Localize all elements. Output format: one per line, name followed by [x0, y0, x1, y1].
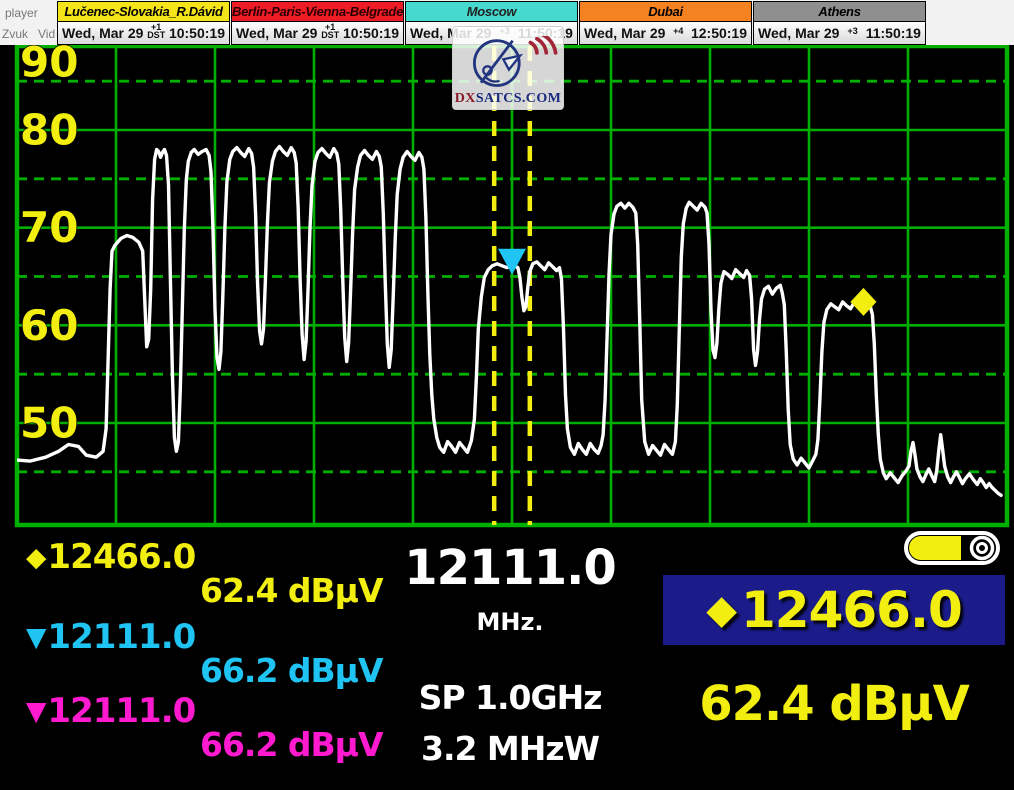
- utc-offset: +1DST: [147, 23, 165, 39]
- logo-wordmark: DXSATCS.COM: [455, 92, 561, 106]
- clock-lucenec: Lučenec-Slovakia_R.Dávid Wed, Mar 29 +1D…: [57, 1, 230, 45]
- player-menu-item[interactable]: player: [5, 6, 38, 20]
- diamond-icon: ◆: [706, 587, 737, 633]
- utc-offset: +3: [847, 27, 857, 35]
- clock-time-value: 10:50:19: [169, 25, 225, 41]
- clock-city-label: Athens: [754, 2, 925, 22]
- clock-city-label: Lučenec-Slovakia_R.Dávid: [58, 2, 229, 22]
- clock-date: Wed, Mar 29: [236, 25, 317, 41]
- clock-time-value: 11:50:19: [866, 25, 921, 41]
- clock-city-label: Moscow: [406, 2, 577, 22]
- clock-time-value: 12:50:19: [691, 25, 747, 41]
- active-marker-frequency: 12466.0: [741, 581, 962, 639]
- clock-time-value: 10:50:19: [343, 25, 399, 41]
- utc-offset: +4: [673, 27, 683, 35]
- dxsatcs-logo: DXSATCS.COM: [452, 26, 564, 110]
- svg-text:80: 80: [20, 106, 78, 155]
- clock-date: Wed, Mar 29: [62, 25, 143, 41]
- clock-athens: Athens Wed, Mar 29 +3 11:50:19: [753, 1, 926, 45]
- svg-text:70: 70: [20, 203, 78, 252]
- clock-city-label: Dubai: [580, 2, 751, 22]
- clock-city-label: Berlin-Paris-Vienna-Belgrade: [232, 2, 403, 22]
- active-marker-box: ◆ 12466.0: [663, 575, 1005, 645]
- clock-date: Wed, Mar 29: [758, 25, 839, 41]
- clock-dubai: Dubai Wed, Mar 29 +4 12:50:19: [579, 1, 752, 45]
- media-player-menu: player Zvuk Vid: [0, 0, 57, 45]
- spectrum-chart: 9080706050: [0, 0, 1014, 790]
- utc-offset: +1DST: [321, 23, 339, 39]
- satellite-dish-icon: [457, 36, 559, 92]
- spectrum-analyzer-screen: player Zvuk Vid Lučenec-Slovakia_R.Dávid…: [0, 0, 1014, 790]
- svg-text:60: 60: [20, 301, 78, 350]
- svg-text:50: 50: [20, 399, 78, 448]
- video-menu-item[interactable]: Vid: [38, 27, 55, 41]
- audio-menu-item[interactable]: Zvuk: [2, 27, 28, 41]
- battery-icon: [903, 530, 1003, 566]
- clock-date: Wed, Mar 29: [584, 25, 665, 41]
- clock-berlin: Berlin-Paris-Vienna-Belgrade Wed, Mar 29…: [231, 1, 404, 45]
